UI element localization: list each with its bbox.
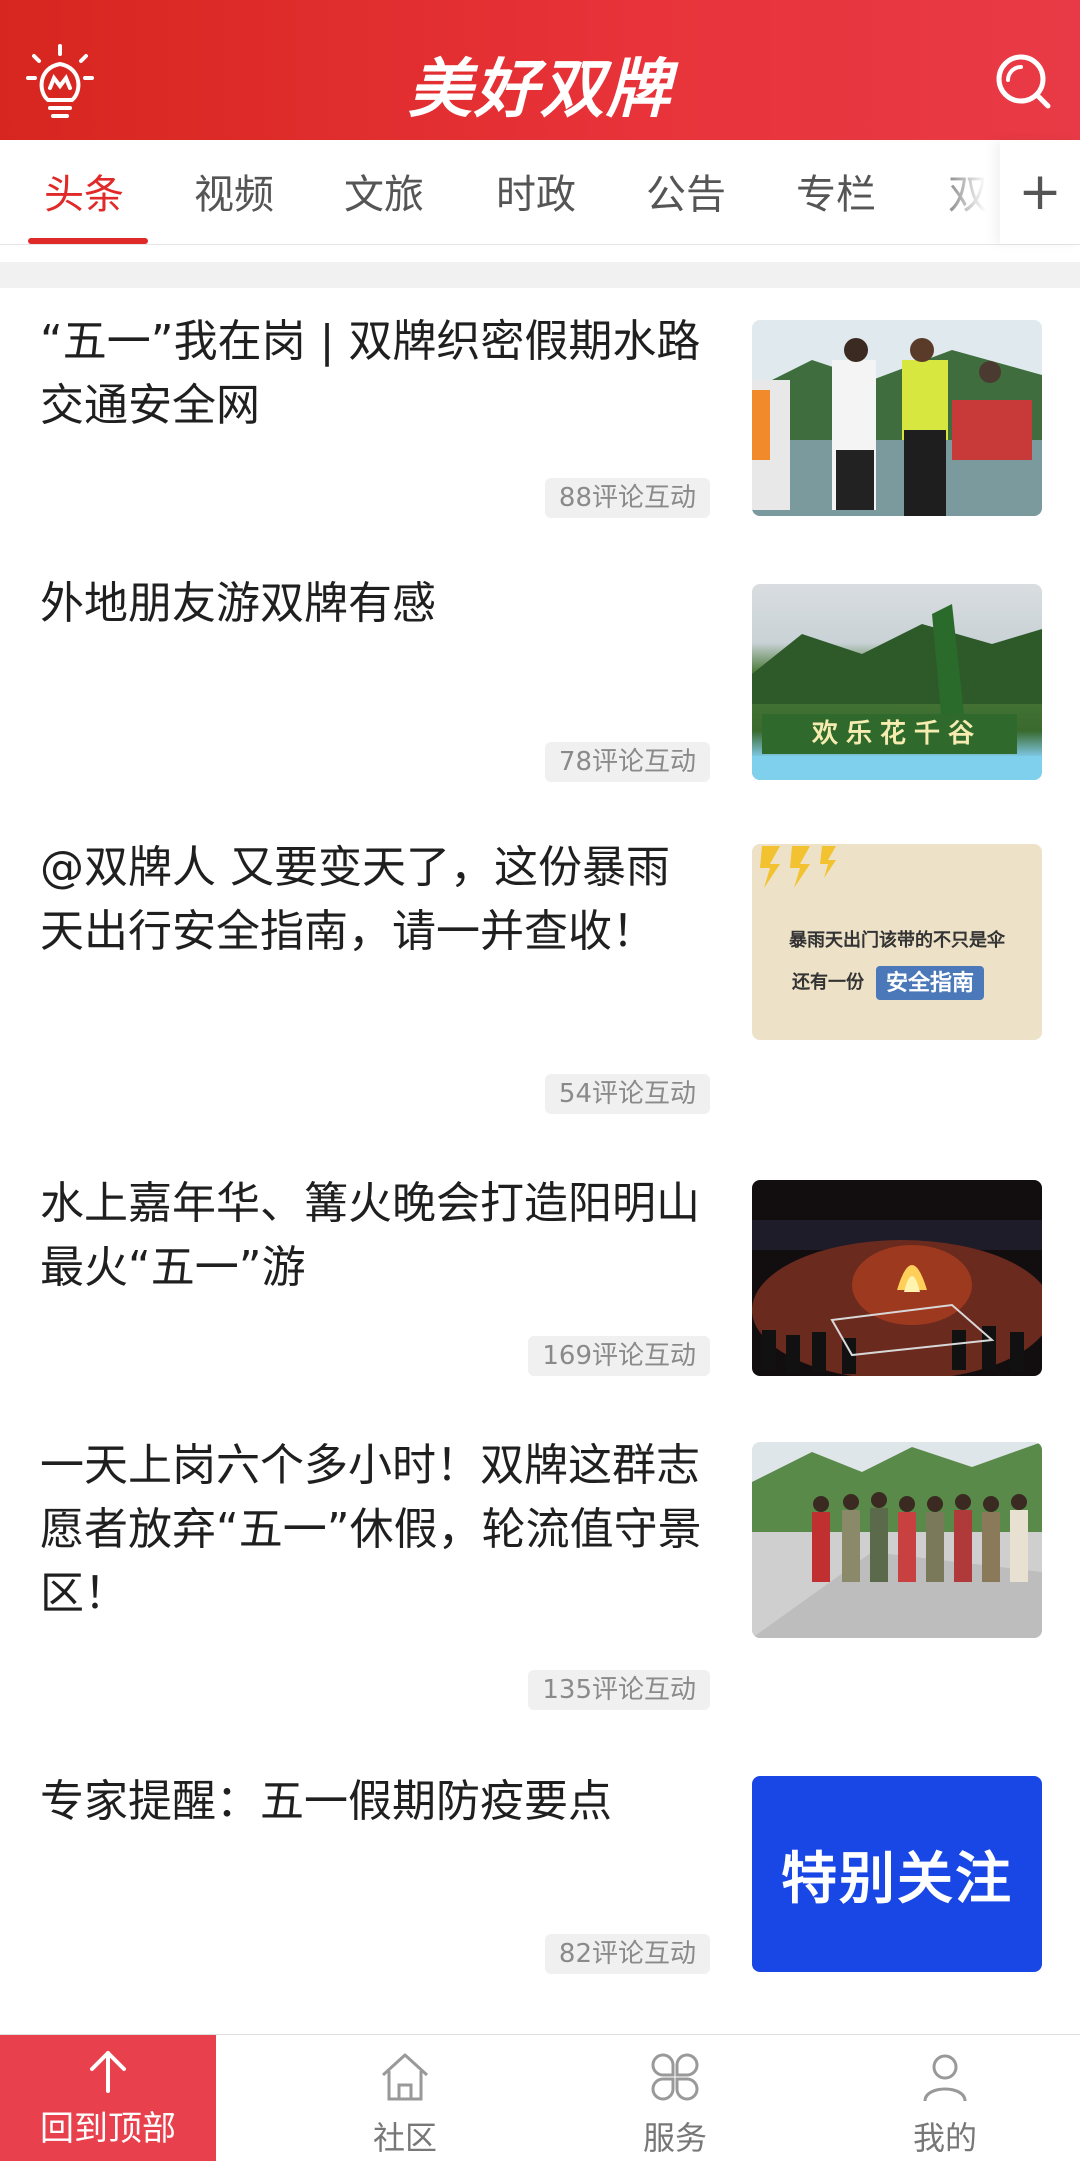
services-grid-icon [651, 2053, 699, 2101]
news-title[interactable]: 外地朋友游双牌有感 [40, 572, 710, 636]
news-thumbnail[interactable] [752, 1442, 1042, 1638]
news-card[interactable]: “五一”我在岗 | 双牌织密假期水路交通安全网 88评论互动 [0, 310, 1080, 540]
thumbnail-caption-line2: 还有一份 [792, 972, 864, 993]
news-title[interactable]: @双牌人 又要变天了，这份暴雨天出行安全指南，请一并查收！ [40, 836, 710, 964]
thumbnail-caption-line1: 暴雨天出门该带的不只是伞 [789, 930, 1005, 951]
thumbnail-caption: 特别关注 [781, 1846, 1013, 1912]
news-thumbnail[interactable] [752, 1180, 1042, 1376]
news-title[interactable]: 专家提醒：五一假期防疫要点 [40, 1770, 710, 1834]
nav-community[interactable]: 社区 [270, 2035, 540, 2161]
tab-columns[interactable]: 专栏 [796, 162, 876, 220]
tab-culture-tourism[interactable]: 文旅 [344, 162, 424, 220]
bottom-navigation: 回到顶部 社区 服务 我的 [0, 2034, 1080, 2161]
news-card[interactable]: 水上嘉年华、篝火晚会打造阳明山最火“五一”游 169评论互动 [0, 1172, 1080, 1402]
news-title[interactable]: “五一”我在岗 | 双牌织密假期水路交通安全网 [40, 310, 710, 438]
nav-mine[interactable]: 我的 [810, 2035, 1080, 2161]
tab-announcements[interactable]: 公告 [646, 162, 726, 220]
news-thumbnail[interactable]: 暴雨天出门该带的不只是伞 还有一份 安全指南 [752, 844, 1042, 1040]
nav-label: 服务 [642, 2119, 707, 2157]
nav-services[interactable]: 服务 [540, 2035, 810, 2161]
category-tabs: 头条 视频 文旅 时政 公告 专栏 双 + [0, 140, 1080, 245]
tab-headlines[interactable]: 头条 [44, 162, 124, 220]
comment-count-badge: 82评论互动 [544, 1934, 710, 1974]
active-tab-indicator [28, 238, 148, 244]
comment-count-badge: 78评论互动 [544, 742, 710, 782]
comment-count-badge: 169评论互动 [528, 1336, 710, 1376]
tab-video[interactable]: 视频 [194, 162, 274, 220]
news-card[interactable]: 外地朋友游双牌有感 78评论互动 欢乐花千谷 [0, 572, 1080, 802]
news-thumbnail[interactable]: 欢乐花千谷 [752, 584, 1042, 780]
news-card[interactable]: 一天上岗六个多小时！双牌这群志愿者放弃“五一”休假，轮流值守景区！ 135评论互… [0, 1434, 1080, 1724]
news-title[interactable]: 一天上岗六个多小时！双牌这群志愿者放弃“五一”休假，轮流值守景区！ [40, 1434, 710, 1626]
app-header: 美好双牌 [0, 0, 1080, 140]
back-to-top-button[interactable]: 回到顶部 [0, 2035, 216, 2161]
add-channel-button[interactable]: + [1000, 140, 1080, 244]
comment-count-badge: 135评论互动 [528, 1670, 710, 1710]
nav-label: 我的 [912, 2119, 977, 2157]
arrow-up-icon [90, 2051, 126, 2093]
search-icon[interactable] [994, 52, 1052, 110]
home-icon [381, 2053, 429, 2101]
section-divider [0, 262, 1080, 288]
news-title[interactable]: 水上嘉年华、篝火晚会打造阳明山最火“五一”游 [40, 1172, 710, 1300]
nav-label: 社区 [372, 2119, 437, 2157]
news-card[interactable]: 专家提醒：五一假期防疫要点 82评论互动 特别关注 [0, 1770, 1080, 2010]
back-to-top-label: 回到顶部 [40, 2109, 176, 2149]
tabs-fade [930, 140, 1000, 244]
news-thumbnail[interactable]: 特别关注 [752, 1776, 1042, 1972]
tab-politics[interactable]: 时政 [496, 162, 576, 220]
app-logo: 美好双牌 [408, 52, 672, 127]
thumbnail-caption-box: 安全指南 [876, 966, 985, 1000]
thumbnail-caption: 欢乐花千谷 [811, 719, 982, 749]
news-card[interactable]: @双牌人 又要变天了，这份暴雨天出行安全指南，请一并查收！ 54评论互动 暴雨天… [0, 836, 1080, 1126]
comment-count-badge: 54评论互动 [544, 1074, 710, 1114]
news-thumbnail[interactable] [752, 320, 1042, 516]
person-icon [923, 2054, 967, 2102]
comment-count-badge: 88评论互动 [544, 478, 710, 518]
